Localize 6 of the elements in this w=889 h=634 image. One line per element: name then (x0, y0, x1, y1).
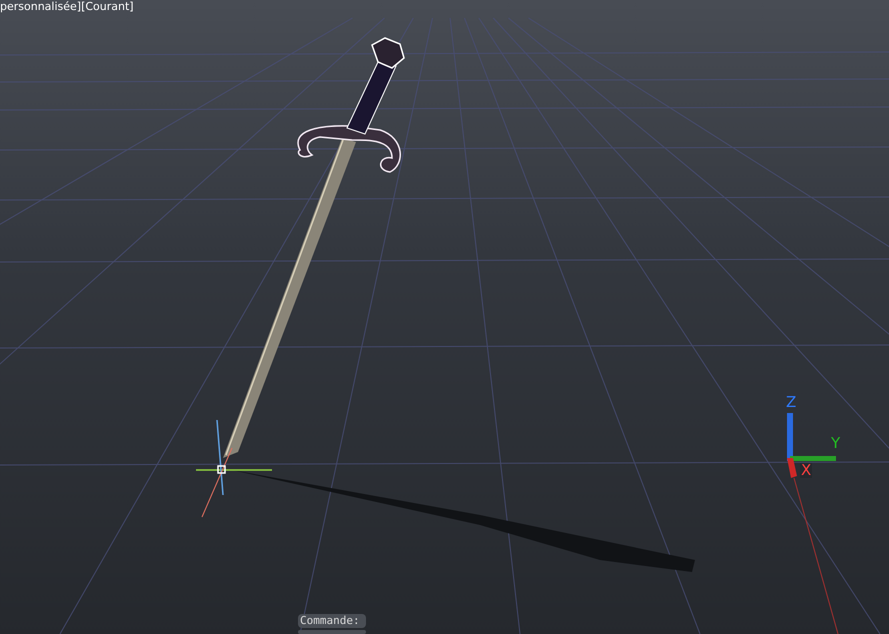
axis-label: X (800, 463, 812, 478)
crosshair-cursor-icon (196, 420, 272, 518)
command-prompt: Commande: (298, 614, 366, 628)
axis-label: Y (831, 436, 840, 451)
axis-label: Z (786, 395, 796, 410)
viewport-label: personnalisée][Courant] (0, 0, 134, 13)
